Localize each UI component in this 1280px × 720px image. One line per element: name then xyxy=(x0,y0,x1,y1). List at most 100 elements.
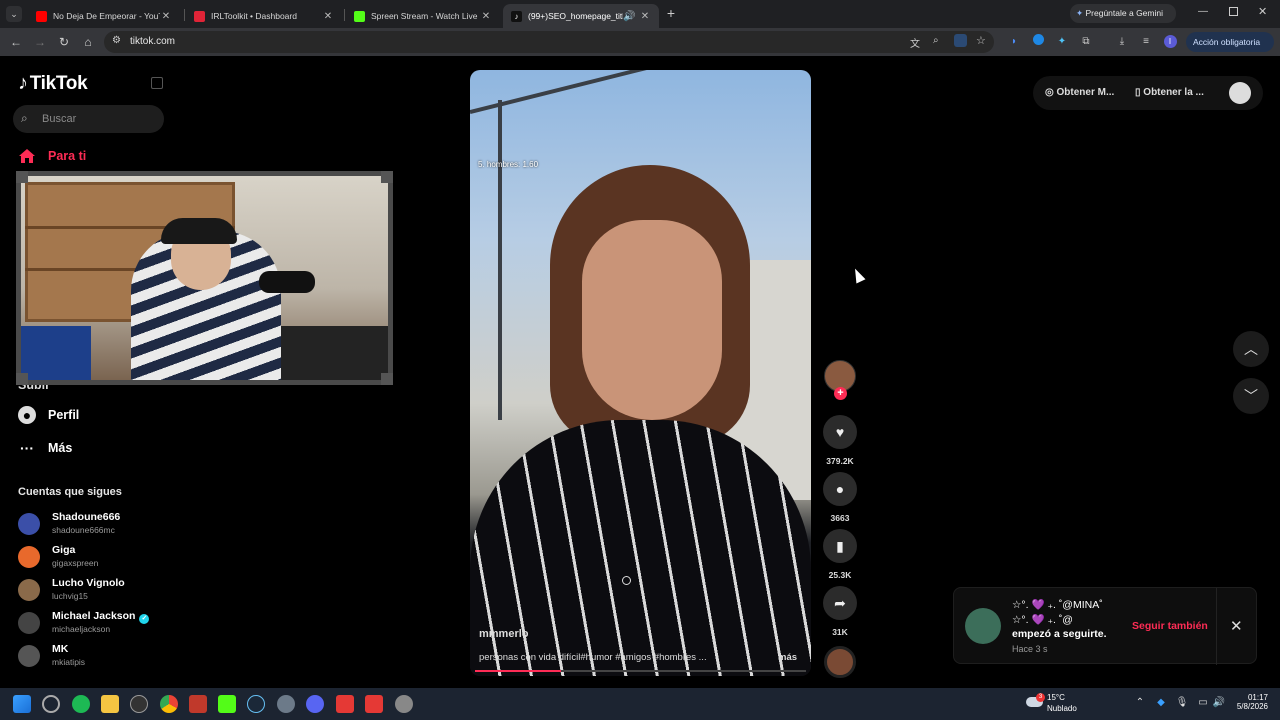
profile-avatar[interactable]: I xyxy=(1162,34,1178,50)
file-explorer-icon[interactable] xyxy=(101,695,119,713)
get-coins-label: Obtener M... xyxy=(1056,87,1115,98)
video-player[interactable]: 5. hombres: 1.60 mmmerlo personas con vi… xyxy=(470,70,811,676)
following-account[interactable]: Shadoune666 shadoune666mc xyxy=(18,510,178,540)
share-count: 31K xyxy=(832,627,848,637)
irltoolkit-favicon-icon xyxy=(194,10,205,22)
comment-action[interactable]: ● 3663 xyxy=(823,472,857,523)
action-required-button[interactable]: Acción obligatoria ⋮ xyxy=(1186,32,1274,67)
browser-tab-tiktok[interactable]: ♪ (99+)SEO_homepage_title 🔊 ✕ xyxy=(503,4,659,28)
tab-close-icon[interactable]: ✕ xyxy=(322,11,334,22)
mouse-cursor xyxy=(850,266,866,284)
search-input[interactable]: ⌕ Buscar xyxy=(13,105,164,133)
follower-avatar[interactable] xyxy=(965,608,1001,644)
address-bar[interactable]: ⚙ tiktok.com 文 ⌕ ☆ xyxy=(104,31,994,53)
overlay-corner xyxy=(16,171,28,183)
reload-icon[interactable]: ↻ xyxy=(56,34,72,50)
following-account[interactable]: MK mkiatipis xyxy=(18,642,178,672)
app-icon[interactable] xyxy=(395,695,413,713)
nav-mas[interactable]: ··· Más xyxy=(18,439,72,457)
following-account[interactable]: Lucho Vignolo luchvig15 xyxy=(18,576,178,606)
site-info-icon[interactable]: ⚙ xyxy=(112,35,121,46)
settings-gear-icon[interactable] xyxy=(277,695,295,713)
close-icon[interactable]: ✕ xyxy=(1230,617,1243,635)
save-action[interactable]: ▮ 25.3K xyxy=(823,529,857,580)
tab-search-button[interactable]: ⌄ xyxy=(6,6,22,22)
home-icon[interactable]: ⌂ xyxy=(80,34,96,50)
overlay-corner xyxy=(16,373,28,385)
avatar xyxy=(18,513,40,535)
browser-tab-kick[interactable]: Spreen Stream - Watch Live on ✕ xyxy=(346,4,500,28)
tab-close-icon[interactable]: ✕ xyxy=(639,11,651,22)
extension-1-icon[interactable]: ◗ xyxy=(1006,34,1022,50)
4k-app-icon[interactable] xyxy=(130,695,148,713)
following-account[interactable]: Michael Jackson ✓ michaeljackson xyxy=(18,609,178,639)
network-icon[interactable]: ▭ xyxy=(1196,697,1210,708)
tab-close-icon[interactable]: ✕ xyxy=(160,11,172,22)
tiktok-logo[interactable]: ♪ TikTok xyxy=(18,72,88,95)
minimize-button[interactable]: — xyxy=(1198,6,1208,17)
account-name: Michael Jackson xyxy=(52,610,136,622)
app-icon[interactable] xyxy=(189,695,207,713)
restore-button[interactable] xyxy=(1229,7,1238,16)
microphone-icon[interactable]: 🎙 xyxy=(1175,697,1189,708)
extension-3-icon[interactable]: ✦ xyxy=(1054,34,1070,50)
get-coins-button[interactable]: ◎ Obtener M... xyxy=(1045,87,1114,98)
clock[interactable]: 01:17 5/8/2026 xyxy=(1228,693,1268,711)
follow-plus-icon[interactable]: + xyxy=(834,387,847,400)
steam-icon[interactable] xyxy=(247,695,265,713)
kick-icon[interactable] xyxy=(218,695,236,713)
nav-para-ti[interactable]: Para ti xyxy=(18,148,86,164)
tiktok-note-icon: ♪ xyxy=(18,72,28,94)
video-caption: personas con vida difícil#humor #amigos … xyxy=(479,652,707,663)
chevron-up-icon[interactable]: ⌃ xyxy=(1133,697,1147,708)
tab-title: Spreen Stream - Watch Live on xyxy=(371,11,480,21)
following-account[interactable]: Giga gigaxspreen xyxy=(18,543,178,573)
spotify-icon[interactable] xyxy=(72,695,90,713)
video-progress-fill xyxy=(475,670,562,672)
previous-video-button[interactable]: ︿ xyxy=(1233,331,1269,367)
share-arrow-icon[interactable]: ➦ xyxy=(823,586,857,620)
bookmark-icon[interactable]: ▮ xyxy=(823,529,857,563)
speaker-icon[interactable]: 🔊 xyxy=(623,11,635,22)
app-icon[interactable] xyxy=(336,695,354,713)
gemini-button[interactable]: ✦ Pregúntale a Gemini xyxy=(1070,4,1176,23)
new-tab-button[interactable]: + xyxy=(664,5,678,21)
downloads-icon[interactable]: ⤓ xyxy=(1114,34,1130,50)
heart-icon[interactable]: ♥ xyxy=(823,415,857,449)
extension-2-icon[interactable] xyxy=(1030,34,1046,50)
zoom-icon[interactable]: ⌕ xyxy=(933,35,939,46)
next-video-button[interactable]: ﹀ xyxy=(1233,378,1269,414)
get-app-button[interactable]: ▯ Obtener la ... xyxy=(1135,87,1204,98)
collapse-sidebar-icon[interactable] xyxy=(151,77,163,89)
discord-icon[interactable] xyxy=(306,695,324,713)
kick-favicon-icon xyxy=(354,10,365,22)
weather-condition: Nublado xyxy=(1047,704,1077,713)
comment-icon[interactable]: ● xyxy=(823,472,857,506)
tab-close-icon[interactable]: ✕ xyxy=(480,11,492,22)
install-app-icon[interactable] xyxy=(954,34,967,47)
app-icon[interactable] xyxy=(42,695,60,713)
nav-perfil[interactable]: ● Perfil xyxy=(18,406,79,424)
windows-start-icon[interactable] xyxy=(13,695,31,713)
follow-back-button[interactable]: Seguir también xyxy=(1132,620,1208,632)
browser-tab-irltoolkit[interactable]: IRLToolkit • Dashboard ✕ xyxy=(186,4,342,28)
user-avatar[interactable] xyxy=(1229,82,1251,104)
close-window-button[interactable]: ✕ xyxy=(1258,5,1267,18)
share-action[interactable]: ➦ 31K xyxy=(823,586,857,637)
bookmark-star-icon[interactable]: ☆ xyxy=(976,34,986,47)
browser-tab-youtube[interactable]: No Deja De Empeorar - YouTube ✕ xyxy=(28,4,180,28)
extensions-puzzle-icon[interactable]: ⧉ xyxy=(1078,34,1094,50)
tray-app-icon[interactable]: ◆ xyxy=(1154,697,1168,708)
video-progress-bar[interactable] xyxy=(475,670,806,672)
like-action[interactable]: ♥ 379.2K xyxy=(823,415,857,466)
volume-icon[interactable]: 🔊 xyxy=(1212,697,1226,708)
forward-arrow-icon[interactable]: → xyxy=(32,34,48,50)
back-arrow-icon[interactable]: ← xyxy=(8,34,24,50)
caption-more-link[interactable]: más xyxy=(778,652,797,663)
translate-icon[interactable]: 文 xyxy=(910,35,920,50)
video-username[interactable]: mmmerlo xyxy=(479,628,529,640)
music-disc-avatar[interactable] xyxy=(824,646,856,678)
reading-list-icon[interactable]: ≡ xyxy=(1138,34,1154,50)
app-icon[interactable] xyxy=(365,695,383,713)
chrome-icon[interactable] xyxy=(160,695,178,713)
